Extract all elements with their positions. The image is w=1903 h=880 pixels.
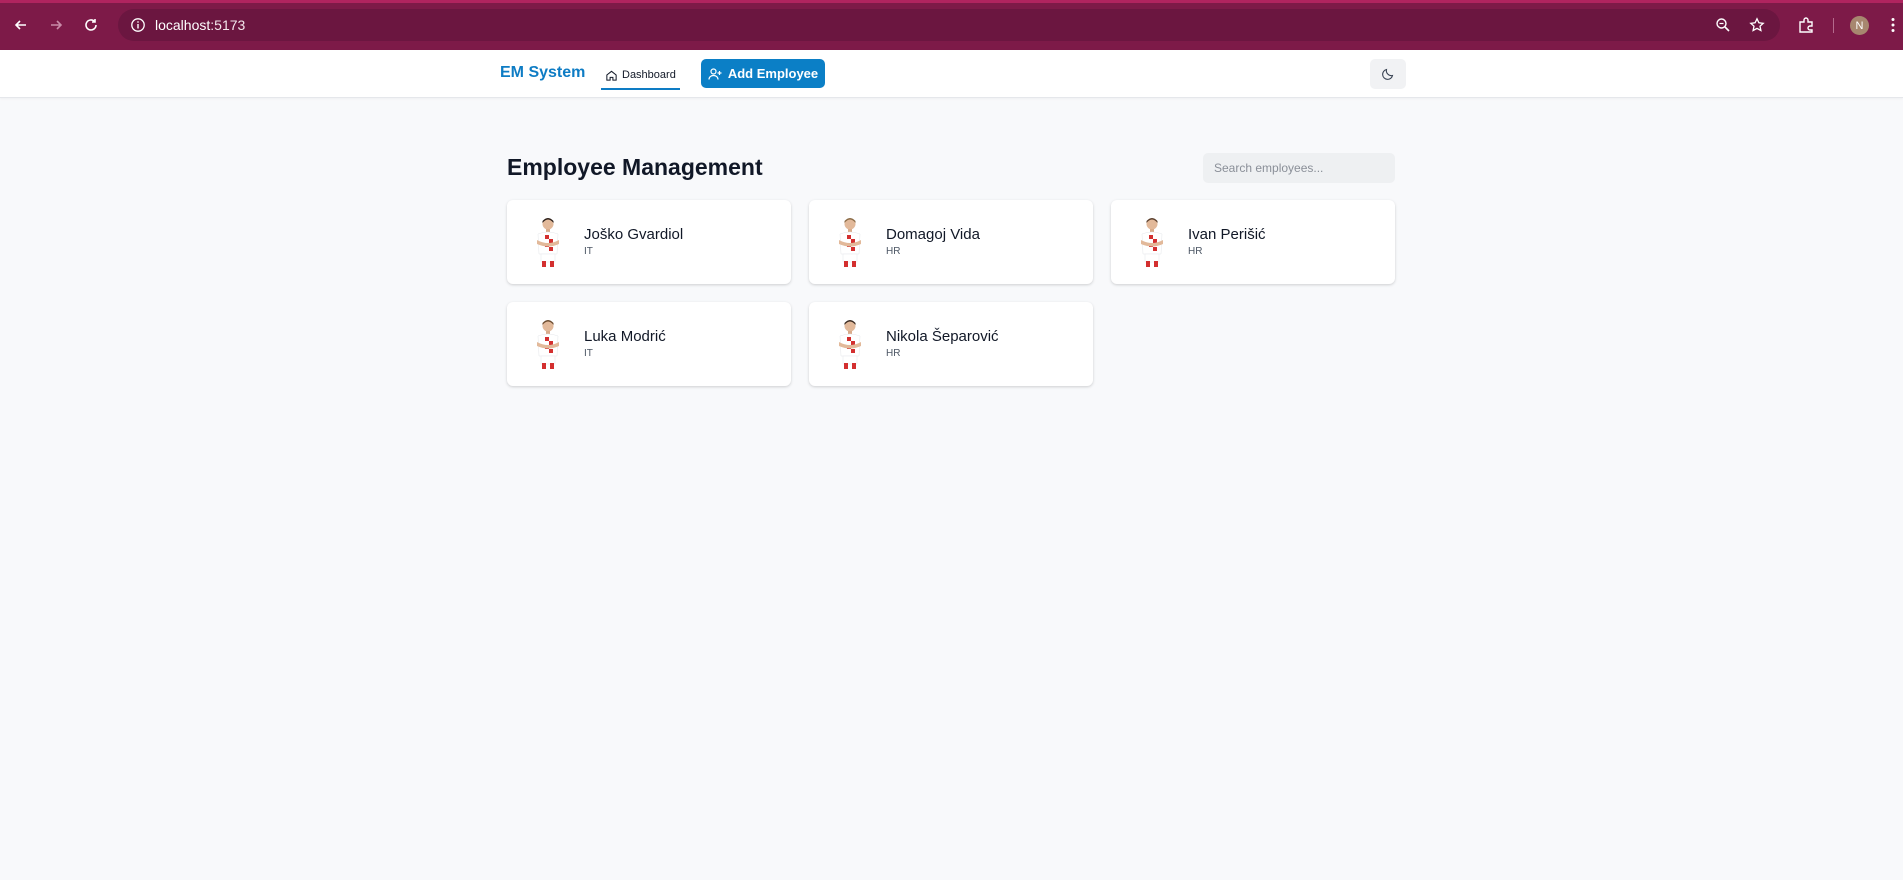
employee-avatar [839, 320, 861, 369]
moon-icon [1382, 68, 1394, 80]
theme-toggle-button[interactable] [1370, 59, 1406, 89]
app-header: EM System Dashboard Add Employee [0, 50, 1903, 98]
home-icon [606, 70, 617, 81]
employee-name: Luka Modrić [584, 328, 666, 345]
arrow-left-icon [14, 20, 26, 30]
employee-name: Domagoj Vida [886, 226, 980, 243]
reload-icon [85, 19, 97, 31]
employee-department: IT [584, 246, 593, 257]
bookmark-star-icon[interactable] [1749, 17, 1765, 33]
extensions-icon[interactable] [1797, 16, 1815, 34]
toolbar-divider [1833, 18, 1834, 33]
kebab-menu-icon[interactable] [1884, 16, 1902, 34]
employee-card[interactable]: Nikola Šeparović HR [809, 302, 1093, 386]
url-text: localhost:5173 [155, 17, 245, 33]
nav-dashboard-label: Dashboard [622, 69, 676, 81]
employee-name: Ivan Perišić [1188, 226, 1266, 243]
browser-toolbar: localhost:5173 N [0, 0, 1903, 50]
employee-card[interactable]: Domagoj Vida HR [809, 200, 1093, 284]
employee-card[interactable]: Luka Modrić IT [507, 302, 791, 386]
page-title: Employee Management [507, 154, 763, 180]
employee-department: HR [886, 246, 901, 257]
add-employee-label: Add Employee [727, 66, 819, 81]
tab-strip [0, 0, 1903, 3]
employee-avatar [537, 218, 559, 267]
employee-name: Nikola Šeparović [886, 328, 999, 345]
nav-dashboard-link[interactable]: Dashboard [601, 62, 680, 90]
add-employee-button[interactable]: Add Employee [701, 59, 825, 88]
profile-avatar[interactable]: N [1850, 16, 1869, 35]
back-button[interactable] [10, 14, 32, 36]
employee-department: HR [1188, 246, 1203, 257]
employee-grid: Joško Gvardiol IT Domagoj Vida HR Ivan Periš… [507, 200, 1395, 386]
employee-card[interactable]: Joško Gvardiol IT [507, 200, 791, 284]
user-plus-icon [708, 67, 722, 80]
brand-logo[interactable]: EM System [500, 64, 585, 82]
employee-department: HR [886, 348, 901, 359]
reload-button[interactable] [80, 14, 102, 36]
forward-button[interactable] [45, 14, 67, 36]
arrow-right-icon [51, 20, 63, 30]
url-port: :5173 [210, 17, 246, 33]
employee-avatar [537, 320, 559, 369]
zoom-icon[interactable] [1715, 17, 1731, 33]
employee-name: Joško Gvardiol [584, 226, 684, 243]
employee-department: IT [584, 348, 593, 359]
search-input[interactable] [1203, 153, 1395, 183]
address-bar[interactable]: localhost:5173 [118, 9, 1780, 41]
employee-avatar [839, 218, 861, 267]
info-icon[interactable] [130, 17, 146, 33]
url-host: localhost [155, 17, 211, 33]
employee-avatar [1141, 218, 1163, 267]
employee-card[interactable]: Ivan Perišić HR [1111, 200, 1395, 284]
